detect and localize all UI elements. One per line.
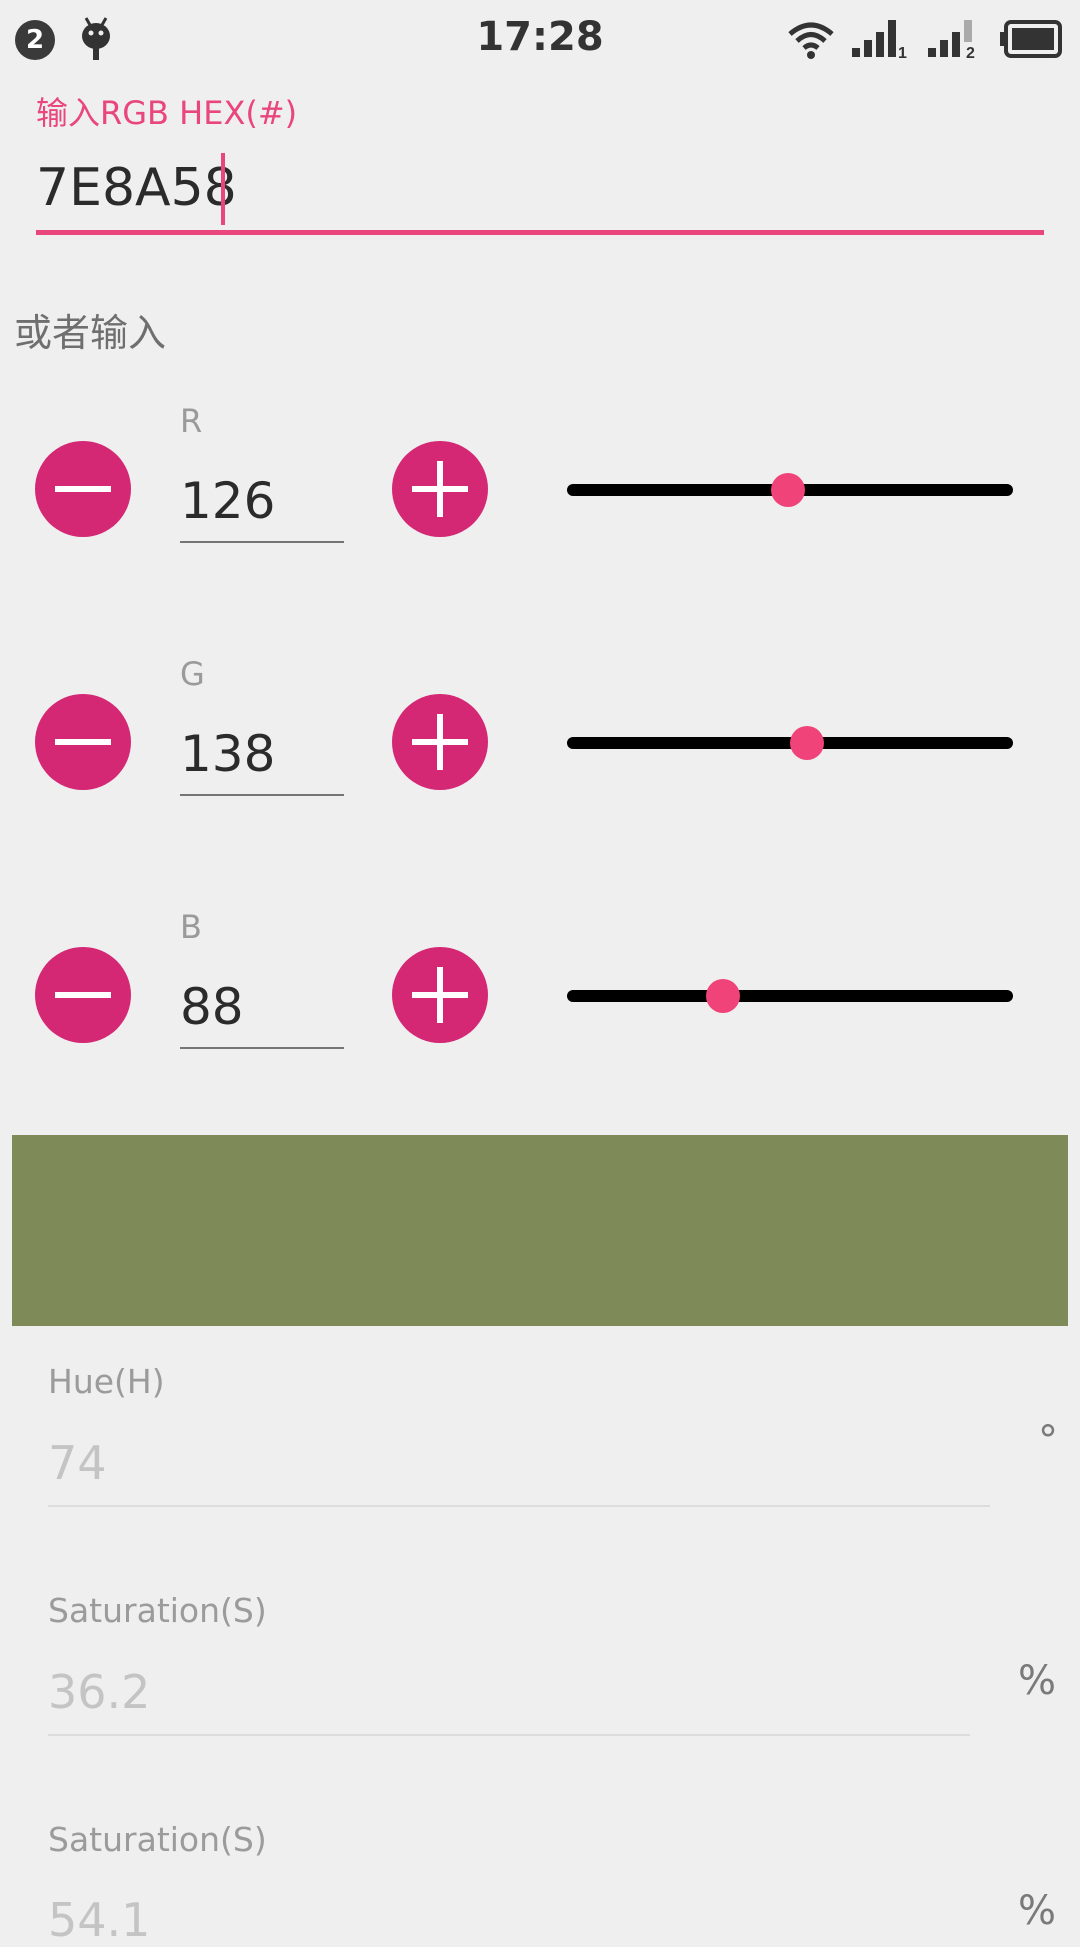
or-input-label: 或者输入: [14, 311, 167, 355]
minus-icon: [55, 992, 111, 998]
g-channel-label: G: [180, 655, 205, 693]
third-hsv-label: Saturation(S): [48, 1820, 267, 1859]
r-value-underline: [180, 541, 344, 543]
hex-input-underline: [36, 230, 1044, 235]
hex-input[interactable]: 7E8A58: [36, 158, 237, 218]
hue-value-field: 74: [48, 1436, 107, 1490]
r-value-input[interactable]: 126: [180, 472, 275, 530]
b-increase-button[interactable]: [392, 947, 488, 1043]
minus-icon: [55, 739, 111, 745]
wifi-icon: [786, 20, 836, 60]
b-decrease-button[interactable]: [35, 947, 131, 1043]
b-slider-thumb[interactable]: [706, 979, 740, 1013]
r-decrease-button[interactable]: [35, 441, 131, 537]
r-increase-button[interactable]: [392, 441, 488, 537]
percent-unit: %: [1018, 1888, 1057, 1934]
status-bar: 2 17:28 1 2: [0, 0, 1080, 80]
hue-value-underline: [48, 1505, 990, 1507]
third-hsv-value-field: 54.1: [48, 1893, 151, 1947]
plus-icon: [412, 461, 468, 517]
saturation-value-field: 36.2: [48, 1665, 151, 1719]
plus-icon: [412, 714, 468, 770]
r-channel-label: R: [180, 402, 203, 440]
sim2-label: 2: [966, 45, 975, 58]
b-channel-label: B: [180, 908, 202, 946]
degree-unit: °: [1038, 1418, 1058, 1464]
signal-sim1-icon: 1: [850, 18, 910, 62]
color-preview: [12, 1135, 1068, 1326]
minus-icon: [55, 486, 111, 492]
b-slider[interactable]: [567, 990, 1013, 1002]
r-slider-thumb[interactable]: [771, 473, 805, 507]
plus-icon: [412, 967, 468, 1023]
percent-unit: %: [1018, 1658, 1057, 1704]
hex-input-label: 输入RGB HEX(#): [36, 94, 298, 132]
hue-label: Hue(H): [48, 1362, 165, 1401]
battery-icon: [1000, 20, 1062, 58]
g-value-input[interactable]: 138: [180, 725, 275, 783]
sim1-label: 1: [898, 45, 907, 58]
g-value-underline: [180, 794, 344, 796]
text-cursor: [221, 153, 225, 225]
saturation-label: Saturation(S): [48, 1591, 267, 1630]
b-value-input[interactable]: 88: [180, 978, 244, 1036]
signal-sim2-icon: 2: [926, 18, 986, 62]
saturation-value-underline: [48, 1734, 970, 1736]
g-slider-thumb[interactable]: [790, 726, 824, 760]
g-increase-button[interactable]: [392, 694, 488, 790]
g-decrease-button[interactable]: [35, 694, 131, 790]
b-value-underline: [180, 1047, 344, 1049]
status-time: 17:28: [476, 14, 604, 60]
